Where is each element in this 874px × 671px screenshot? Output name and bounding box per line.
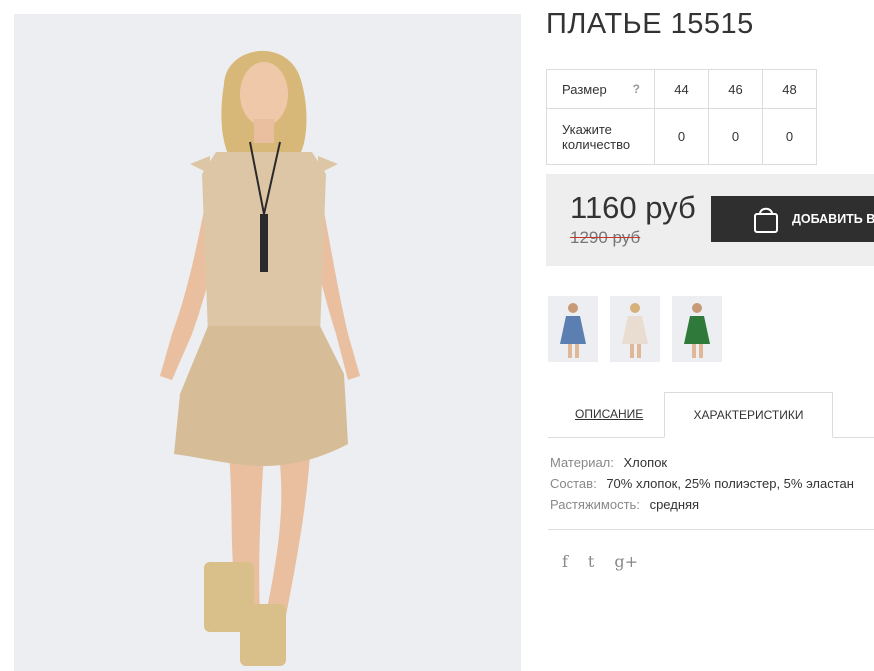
quantity-input[interactable] (659, 128, 704, 145)
price-box: 1160 руб 1290 руб ДОБАВИТЬ В (546, 174, 874, 266)
size-cell: 48 (762, 69, 817, 109)
shopping-bag-icon (754, 207, 778, 233)
google-plus-icon[interactable]: g+ (614, 552, 638, 571)
quantity-label: Укажите количество (546, 108, 655, 165)
thumbnail-strip (548, 296, 722, 362)
twitter-icon[interactable]: t (588, 552, 594, 571)
social-share: f t g+ (562, 552, 638, 571)
size-label-cell: Размер ? (546, 69, 655, 109)
product-tabs: ОПИСАНИЕ ХАРАКТЕРИСТИКИ (548, 392, 874, 438)
facebook-icon[interactable]: f (562, 552, 568, 571)
size-cell: 44 (654, 69, 709, 109)
current-price: 1160 руб (570, 190, 696, 225)
size-label: Размер (562, 81, 607, 97)
tab-characteristics[interactable]: ХАРАКТЕРИСТИКИ (664, 392, 833, 438)
add-to-cart-label: ДОБАВИТЬ В (792, 212, 874, 226)
stretch-value: средняя (649, 497, 700, 512)
product-title: ПЛАТЬЕ 15515 (546, 8, 754, 40)
material-value: Хлопок (623, 455, 668, 470)
size-cell: 46 (708, 69, 763, 109)
quantity-input[interactable] (713, 128, 758, 145)
product-main-image[interactable] (14, 14, 521, 671)
composition-value: 70% хлопок, 25% полиэстер, 5% эластан (606, 476, 854, 491)
characteristics-list: Материал: Хлопок Состав: 70% хлопок, 25%… (550, 452, 854, 515)
add-to-cart-button[interactable]: ДОБАВИТЬ В (711, 196, 874, 242)
stretch-label: Растяжимость: (550, 497, 640, 512)
help-icon[interactable]: ? (633, 82, 640, 96)
old-price: 1290 руб (570, 228, 641, 247)
characteristic-row: Материал: Хлопок (550, 452, 854, 473)
characteristic-row: Состав: 70% хлопок, 25% полиэстер, 5% эл… (550, 473, 854, 494)
material-label: Материал: (550, 455, 614, 470)
size-quantity-table: Размер ? 44 46 48 Укажите количество (546, 69, 817, 165)
composition-label: Состав: (550, 476, 597, 491)
quantity-input[interactable] (767, 128, 812, 145)
divider (548, 529, 874, 530)
tab-description[interactable]: ОПИСАНИЕ (575, 392, 643, 437)
thumbnail-green-dress[interactable] (672, 296, 722, 362)
thumbnail-beige-dress[interactable] (610, 296, 660, 362)
characteristic-row: Растяжимость: средняя (550, 494, 854, 515)
thumbnail-blue-dress[interactable] (548, 296, 598, 362)
